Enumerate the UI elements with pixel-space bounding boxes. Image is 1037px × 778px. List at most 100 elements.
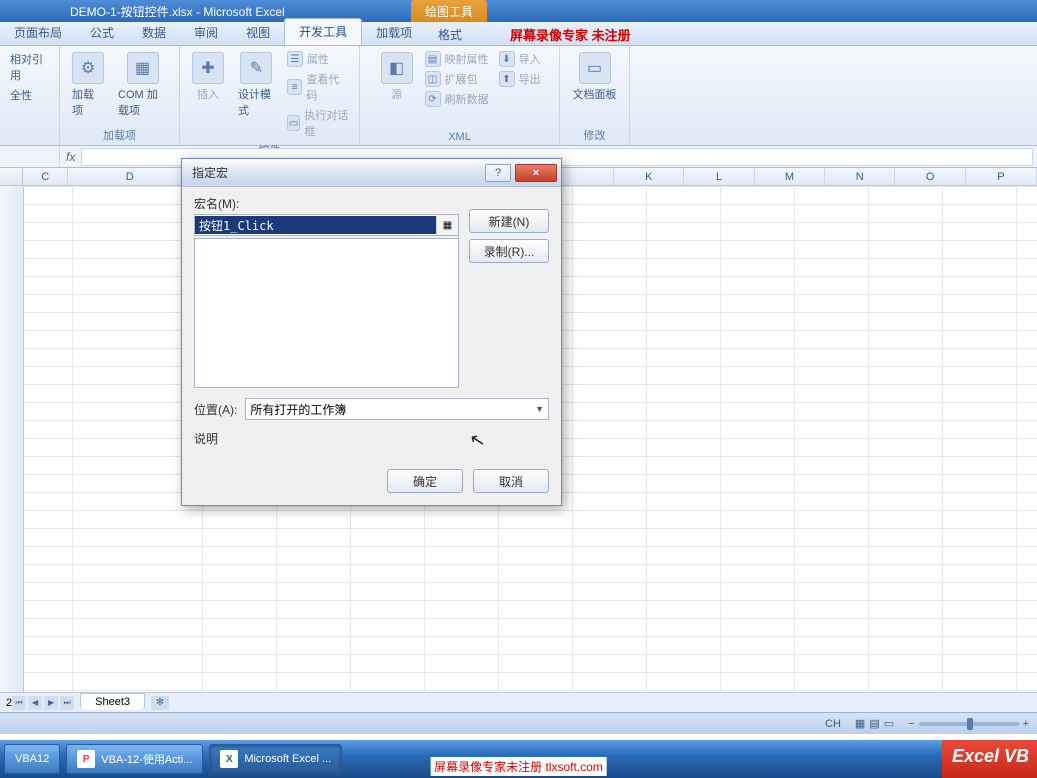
- use-relative-refs[interactable]: 相对引用: [8, 50, 51, 84]
- sheet-nav-first[interactable]: ⏮: [12, 696, 26, 710]
- column-header[interactable]: K: [614, 168, 684, 185]
- macro-refedit-button[interactable]: ▦: [436, 215, 458, 235]
- code-icon: ≡: [287, 79, 303, 95]
- zoom-in-button[interactable]: +: [1023, 718, 1029, 730]
- ribbon-group-xml-label: XML: [448, 129, 471, 143]
- view-code-button: ≡查看代码: [285, 70, 351, 104]
- design-mode-button[interactable]: ✎设计模式: [234, 50, 279, 120]
- tab-review[interactable]: 审阅: [180, 20, 232, 45]
- tab-developer[interactable]: 开发工具: [284, 18, 362, 45]
- xml-source-button: ◧源: [377, 50, 417, 104]
- expansion-packs-button: ◫扩展包: [423, 70, 491, 88]
- view-normal-icon[interactable]: ▦: [855, 717, 865, 730]
- macro-location-label: 位置(A):: [194, 401, 237, 418]
- run-dialog-icon: ▭: [287, 115, 300, 131]
- refresh-icon: ⟳: [425, 91, 441, 107]
- column-header[interactable]: D: [68, 168, 192, 185]
- tab-data[interactable]: 数据: [128, 20, 180, 45]
- tab-formulas[interactable]: 公式: [76, 20, 128, 45]
- record-macro-button[interactable]: 录制(R)...: [469, 239, 549, 263]
- unregistered-warning: 屏幕录像专家 未注册: [510, 25, 631, 44]
- name-box[interactable]: [0, 146, 60, 167]
- tab-view[interactable]: 视图: [232, 20, 284, 45]
- map-properties-button: ▤映射属性: [423, 50, 491, 68]
- view-pagelayout-icon[interactable]: ▤: [869, 717, 879, 730]
- macro-security[interactable]: 全性: [8, 86, 51, 104]
- design-mode-icon: ✎: [240, 52, 272, 84]
- macro-list[interactable]: [194, 238, 459, 388]
- tab-format[interactable]: 格式: [424, 22, 476, 47]
- column-header[interactable]: L: [684, 168, 754, 185]
- com-addins-icon: ▦: [127, 52, 159, 84]
- zoom-slider[interactable]: [919, 722, 1019, 726]
- refresh-data-button: ⟳刷新数据: [423, 90, 491, 108]
- new-sheet-button[interactable]: ✻: [151, 696, 169, 710]
- dialog-help-button[interactable]: ?: [485, 164, 511, 182]
- docpanel-icon: ▭: [579, 52, 611, 84]
- windows-taskbar: VBA12 P VBA-12-使用Acti... X Microsoft Exc…: [0, 740, 1037, 778]
- ribbon-group-addins-label: 加载项: [103, 125, 136, 143]
- macro-name-label: 宏名(M):: [194, 195, 459, 212]
- import-icon: ⬇: [499, 51, 515, 67]
- assign-macro-dialog: 指定宏 ? × 宏名(M): ▦ 新建(N) 录制(R)... 位置(A):: [181, 158, 562, 506]
- row-headers[interactable]: [0, 186, 24, 692]
- column-header[interactable]: N: [825, 168, 895, 185]
- map-props-icon: ▤: [425, 51, 441, 67]
- column-header[interactable]: M: [755, 168, 825, 185]
- zoom-out-button[interactable]: −: [908, 718, 914, 730]
- tab-page-layout[interactable]: 页面布局: [0, 20, 76, 45]
- select-all-corner[interactable]: [0, 168, 23, 185]
- properties-icon: ☰: [287, 51, 303, 67]
- brand-badge: Excel VB: [942, 740, 1037, 778]
- powerpoint-icon: P: [77, 750, 95, 768]
- insert-control-button: ✚插入: [188, 50, 228, 104]
- addins-icon: ⚙: [72, 52, 104, 84]
- watermark-note: 屏幕录像专家未注册 tlxsoft.com: [430, 757, 607, 776]
- sheet-nav-prev[interactable]: ◀: [28, 696, 42, 710]
- dialog-close-button[interactable]: ×: [515, 164, 557, 182]
- properties-button: ☰属性: [285, 50, 351, 68]
- sheet-tabs: 2 ⏮ ◀ ▶ ⏭ Sheet3 ✻: [0, 692, 1037, 712]
- document-panel-button[interactable]: ▭文档面板: [569, 50, 621, 104]
- expansion-icon: ◫: [425, 71, 441, 87]
- new-macro-button[interactable]: 新建(N): [469, 209, 549, 233]
- taskbar-item-powerpoint[interactable]: P VBA-12-使用Acti...: [66, 744, 203, 774]
- macro-location-select[interactable]: 所有打开的工作簿 ▼: [245, 398, 549, 420]
- window-titlebar: DEMO-1-按钮控件.xlsx - Microsoft Excel 绘图工具: [0, 0, 1037, 22]
- column-header[interactable]: C: [23, 168, 69, 185]
- ime-indicator[interactable]: CH: [825, 718, 841, 730]
- com-addins-button[interactable]: ▦COM 加载项: [114, 50, 171, 120]
- macro-description-label: 说明: [194, 430, 549, 447]
- sheet-tab-active[interactable]: Sheet3: [80, 693, 145, 710]
- dialog-title: 指定宏: [192, 164, 228, 181]
- export-button: ⬆导出: [497, 70, 543, 88]
- ribbon-tabs: 页面布局 公式 数据 审阅 视图 开发工具 加载项 格式 屏幕录像专家 未注册: [0, 22, 1037, 46]
- excel-icon: X: [220, 750, 238, 768]
- macro-name-input[interactable]: [195, 216, 436, 234]
- tab-addins[interactable]: 加载项: [362, 20, 426, 45]
- sheet-nav-next[interactable]: ▶: [44, 696, 58, 710]
- sheet-nav-last[interactable]: ⏭: [60, 696, 74, 710]
- ribbon-group-modify-label: 修改: [584, 125, 606, 143]
- chevron-down-icon: ▼: [535, 404, 544, 414]
- import-button: ⬇导入: [497, 50, 543, 68]
- macro-location-value: 所有打开的工作簿: [250, 401, 346, 418]
- dialog-titlebar[interactable]: 指定宏 ? ×: [182, 159, 561, 187]
- fx-label: fx: [60, 150, 81, 164]
- xml-source-icon: ◧: [381, 52, 413, 84]
- ok-button[interactable]: 确定: [387, 469, 463, 493]
- column-header[interactable]: O: [895, 168, 965, 185]
- taskbar-item-excel[interactable]: X Microsoft Excel ...: [209, 744, 342, 774]
- view-pagebreak-icon[interactable]: ▭: [884, 717, 894, 730]
- insert-icon: ✚: [192, 52, 224, 84]
- addins-button[interactable]: ⚙加载项: [68, 50, 108, 120]
- window-title: DEMO-1-按钮控件.xlsx - Microsoft Excel: [70, 3, 285, 20]
- export-icon: ⬆: [499, 71, 515, 87]
- status-bar: CH ▦ ▤ ▭ − +: [0, 712, 1037, 734]
- context-tool-tab: 绘图工具: [411, 0, 487, 22]
- ribbon: 相对引用 全性 ⚙加载项 ▦COM 加载项 加载项 ✚插入 ✎设计模式 ☰属性 …: [0, 46, 1037, 146]
- column-header[interactable]: P: [966, 168, 1037, 185]
- run-dialog-button: ▭执行对话框: [285, 106, 351, 140]
- cancel-button[interactable]: 取消: [473, 469, 549, 493]
- taskbar-item-vba12[interactable]: VBA12: [4, 744, 60, 774]
